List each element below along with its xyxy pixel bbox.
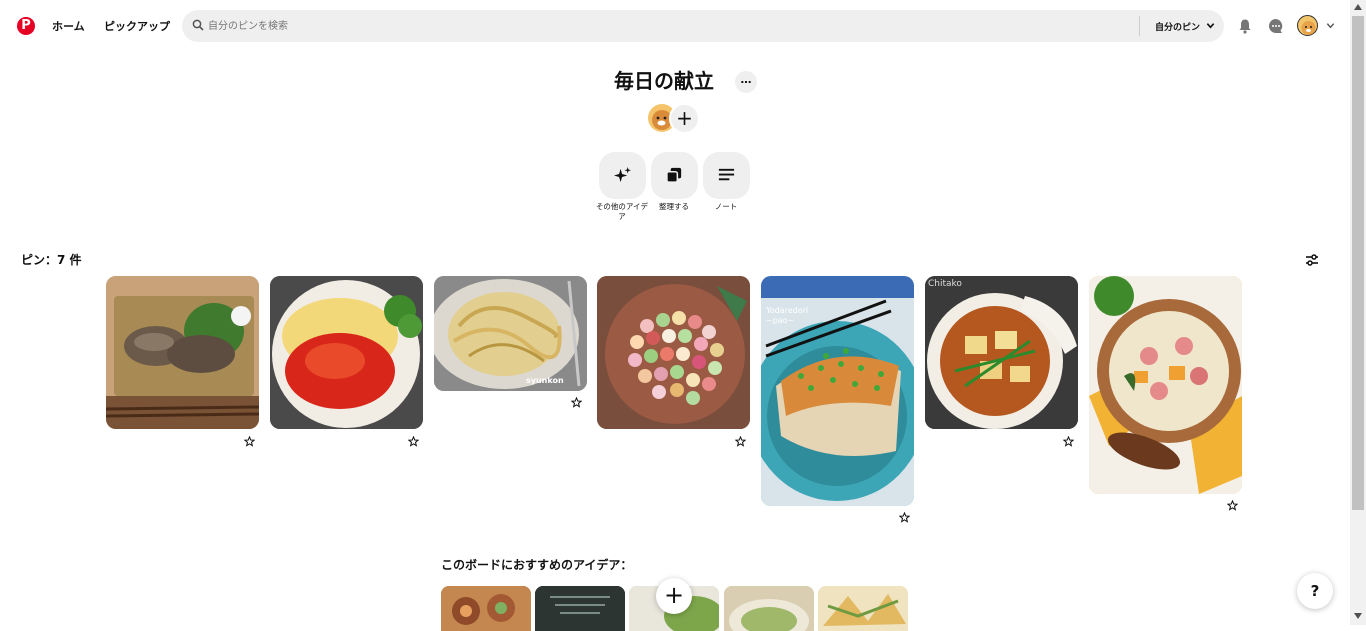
recommended-ideas-title: このボードにおすすめのアイデア： (441, 558, 633, 572)
account-chevron-down-icon[interactable] (1326, 21, 1335, 30)
star-icon[interactable] (899, 512, 910, 523)
more-ideas-button[interactable] (599, 152, 646, 199)
action-label-organize: 整理する (659, 202, 689, 211)
idea-thumbnail[interactable] (818, 586, 908, 631)
idea-thumbnail[interactable] (724, 586, 814, 631)
idea-thumbnail[interactable] (535, 586, 625, 631)
search-scope-dropdown[interactable]: 自分のピン (1155, 20, 1200, 33)
star-icon[interactable] (408, 436, 419, 447)
star-icon[interactable] (735, 436, 746, 447)
action-label-notes: ノート (714, 202, 738, 211)
pin-image (925, 276, 1078, 429)
star-icon[interactable] (244, 436, 255, 447)
pin-grilled-fish[interactable] (106, 276, 259, 429)
scrollbar-thumb[interactable] (1352, 16, 1364, 510)
sparkle-icon (613, 166, 632, 183)
star-icon[interactable] (1063, 436, 1074, 447)
nav-home[interactable]: ホーム (52, 18, 85, 34)
pins-count: ピン：7 件 (21, 253, 82, 267)
notes-button[interactable] (703, 152, 750, 199)
nav-pickup[interactable]: ピックアップ (104, 18, 170, 34)
pin-image (1089, 276, 1242, 494)
idea-image (724, 586, 814, 631)
pin-watermark: Chitako (928, 279, 962, 289)
notifications-bell-icon[interactable] (1237, 18, 1253, 34)
scroll-up-arrow-icon[interactable] (1353, 3, 1363, 11)
star-icon[interactable] (1227, 500, 1238, 511)
board-title: 毎日の献立 (614, 69, 714, 93)
board-more-button[interactable]: … (735, 71, 757, 93)
pin-image (106, 276, 259, 429)
scroll-down-arrow-icon[interactable] (1353, 612, 1363, 620)
pin-image (434, 276, 587, 391)
search-icon (192, 19, 204, 31)
idea-image (818, 586, 908, 631)
pin-chicken-dish[interactable]: Yodaredori ~pao~ (761, 276, 914, 506)
organize-button[interactable] (651, 152, 698, 199)
idea-image (535, 586, 625, 631)
search-divider (1139, 16, 1140, 36)
organize-icon (666, 167, 682, 183)
user-avatar[interactable] (1297, 15, 1318, 36)
star-icon[interactable] (571, 397, 582, 408)
action-label-more-ideas: その他のアイデア (595, 202, 649, 221)
pin-watermark: syunkon (526, 376, 564, 385)
search-input[interactable] (208, 17, 1108, 35)
notes-icon (718, 168, 735, 181)
create-pin-button[interactable]: + (656, 578, 692, 614)
messages-icon[interactable] (1268, 18, 1284, 34)
pin-carbonara[interactable]: syunkon (434, 276, 587, 391)
filter-options-icon[interactable] (1305, 253, 1319, 267)
pin-image (597, 276, 750, 429)
pin-watermark: Yodaredori ~pao~ (766, 306, 809, 325)
pin-temari-sushi[interactable] (597, 276, 750, 429)
idea-thumbnail[interactable] (441, 586, 531, 631)
add-collaborator-button[interactable]: + (669, 103, 700, 134)
help-button[interactable]: ? (1297, 573, 1333, 609)
idea-image (441, 586, 531, 631)
pin-chowder[interactable] (1089, 276, 1242, 494)
pin-mapo-tofu[interactable]: Chitako (925, 276, 1078, 429)
chevron-down-icon[interactable] (1206, 21, 1215, 30)
pin-image (270, 276, 423, 429)
pin-omurice-tomato[interactable] (270, 276, 423, 429)
pinterest-logo[interactable]: P (17, 17, 35, 35)
